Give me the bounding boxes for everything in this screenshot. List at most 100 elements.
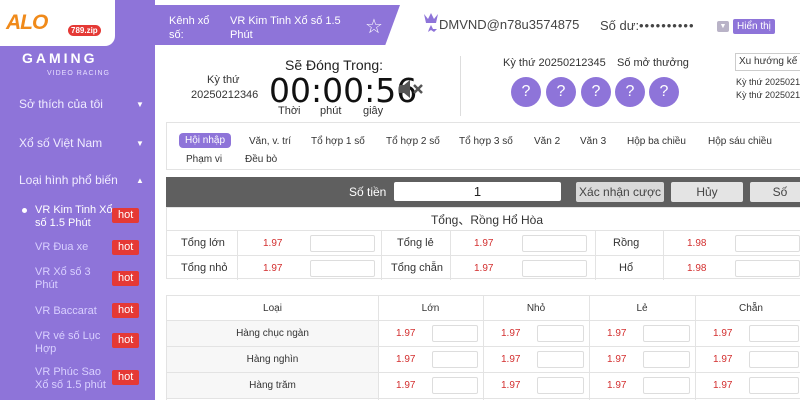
table-row: Hàng chục ngàn 1.97 1.97 1.97 1.97 (167, 321, 800, 347)
chevron-down-icon[interactable]: ▼ (136, 139, 144, 148)
top-bar: Kênh xổ số: VR Kim Tinh Xổ số 1.5 Phút ☆… (155, 0, 800, 48)
bet-input[interactable] (432, 351, 478, 368)
result-ball: ? (581, 77, 611, 107)
tab-to-hop-1-so[interactable]: Tổ hợp 1 số (311, 136, 365, 147)
trend-row: Kỳ thứ 2025021 (736, 90, 800, 100)
result-ball: ? (546, 77, 576, 107)
bet-input[interactable] (643, 325, 690, 342)
hot-badge: hot (112, 370, 140, 385)
logo[interactable]: ALO 789.zip (0, 0, 115, 46)
hot-badge: hot (112, 208, 140, 223)
sidebar-item-popular[interactable]: Loại hình phổ biến (19, 173, 118, 187)
tong-rong-title: Tổng、Rồng Hổ Hòa (430, 213, 544, 227)
bet-input[interactable] (749, 377, 799, 394)
balance-value: •••••••••• (639, 18, 695, 33)
hot-badge: hot (112, 333, 140, 348)
trend-select[interactable]: Xu hướng kế (735, 53, 800, 71)
period-label: Kỳ thứ (207, 74, 240, 86)
amount-label: Số tiền (349, 185, 387, 199)
number-button[interactable]: Số (750, 182, 800, 202)
brand-title: GAMING (22, 50, 98, 66)
divider (595, 256, 596, 280)
tab-hop-sau-chieu[interactable]: Hộp sáu chiều (708, 136, 772, 147)
row-label: Hàng chục ngàn (167, 321, 378, 346)
game-name: VR Đua xe (35, 241, 89, 253)
result-ball: ? (649, 77, 679, 107)
channel-name: VR Kim Tinh Xổ số 1.5 Phút (230, 15, 341, 41)
bet-row: Tổng lớn 1.97 Tổng lẻ 1.97 Rồng 1.98 (167, 230, 800, 255)
chevron-up-icon[interactable]: ▲ (136, 176, 144, 185)
divider (237, 256, 238, 280)
odds-value: 1.97 (474, 263, 494, 274)
divider (663, 231, 664, 255)
tab-van-vi-tri[interactable]: Văn, v. trí (249, 136, 291, 147)
divider (450, 231, 451, 255)
tab-to-hop-2-so[interactable]: Tổ hợp 2 số (386, 136, 440, 147)
timer-unit-hours: Thời (278, 105, 301, 117)
confirm-bet-button[interactable]: Xác nhận cược (576, 182, 664, 202)
sidebar-item-vietnam-lottery[interactable]: Xổ số Việt Nam (19, 136, 102, 150)
cancel-button[interactable]: Hủy (671, 182, 743, 202)
bet-input[interactable] (749, 351, 799, 368)
bet-input[interactable] (522, 235, 587, 252)
bet-label: Tổng lớn (181, 237, 225, 249)
odds-value: 1.97 (396, 354, 416, 365)
tab-hop-ba-chieu[interactable]: Hộp ba chiều (627, 136, 686, 147)
result-ball: ? (615, 77, 645, 107)
bet-input[interactable] (432, 325, 478, 342)
bet-input[interactable] (537, 351, 584, 368)
bet-input[interactable] (432, 377, 478, 394)
timer-unit-minutes: phút (320, 105, 342, 117)
sidebar: ALO 789.zip GAMING VIDEO RACING Sở thích… (0, 0, 155, 400)
game-name: VR Xổ số 3 Phút (35, 266, 91, 291)
bet-label: Rồng (613, 237, 640, 249)
tab-pham-vi[interactable]: Phạm vi (186, 154, 222, 165)
sidebar-item-favorites[interactable]: Sở thích của tôi (19, 97, 103, 111)
bet-input[interactable] (310, 260, 375, 277)
bet-label: Tổng chẵn (391, 262, 443, 274)
table-row: Hàng nghìn 1.97 1.97 1.97 1.97 (167, 347, 800, 373)
draw-info: Kỳ thứ 20250212346 Sẽ Đóng Trong: 00:00:… (155, 48, 800, 120)
tong-rong-panel: Tổng、Rồng Hổ Hòa Tổng lớn 1.97 Tổng lẻ 1… (166, 207, 800, 280)
chevron-down-icon[interactable]: ▼ (136, 100, 144, 109)
bet-input[interactable] (522, 260, 587, 277)
bet-input[interactable] (643, 351, 690, 368)
column-header: Chẵn (739, 303, 763, 314)
tab-van-3[interactable]: Văn 3 (580, 136, 606, 147)
result-ball: ? (511, 77, 541, 107)
odds-value: 1.97 (501, 354, 521, 365)
odds-value: 1.97 (501, 380, 521, 391)
bet-input[interactable] (735, 260, 800, 277)
column-header: Lẻ (636, 303, 648, 314)
tab-hoi-nhap[interactable]: Hội nhập (179, 133, 232, 148)
amount-input[interactable]: 1 (394, 182, 561, 201)
favorite-star-icon[interactable]: ☆ (365, 17, 383, 37)
logo-text: ALO (6, 11, 48, 34)
tab-to-hop-3-so[interactable]: Tổ hợp 3 số (459, 136, 513, 147)
last-period: Kỳ thứ 20250212345 (503, 57, 606, 69)
mute-speaker-icon[interactable] (398, 78, 426, 100)
game-name: VR Kim Tinh Xổ số 1.5 Phút (35, 204, 113, 229)
chevron-down-icon[interactable]: ▼ (717, 21, 729, 32)
row-label: Hàng nghìn (167, 347, 378, 372)
bet-input[interactable] (537, 377, 584, 394)
bet-input[interactable] (749, 325, 799, 342)
bet-input[interactable] (643, 377, 690, 394)
column-header: Lớn (421, 303, 440, 314)
odds-value: 1.97 (501, 328, 521, 339)
bet-input[interactable] (310, 235, 375, 252)
divider (595, 231, 596, 255)
bet-input[interactable] (735, 235, 800, 252)
row-label: Hàng trăm (167, 373, 378, 398)
tab-deu-bo[interactable]: Đều bò (245, 154, 277, 165)
tab-van-2[interactable]: Văn 2 (534, 136, 560, 147)
bet-label: Tổng lẻ (397, 237, 434, 249)
bet-input[interactable] (537, 325, 584, 342)
logo-badge: 789.zip (68, 25, 101, 36)
show-balance-button[interactable]: Hiển thị (733, 19, 775, 34)
position-bet-table: Loại Lớn Nhỏ Lẻ Chẵn Hàng chục ngàn 1.97… (166, 295, 800, 400)
odds-value: 1.97 (607, 328, 627, 339)
bet-type-tabs: Hội nhập Văn, v. trí Tổ hợp 1 số Tổ hợp … (166, 122, 800, 170)
divider (381, 231, 382, 255)
channel-box: Kênh xổ số: VR Kim Tinh Xổ số 1.5 Phút ☆ (155, 5, 400, 45)
